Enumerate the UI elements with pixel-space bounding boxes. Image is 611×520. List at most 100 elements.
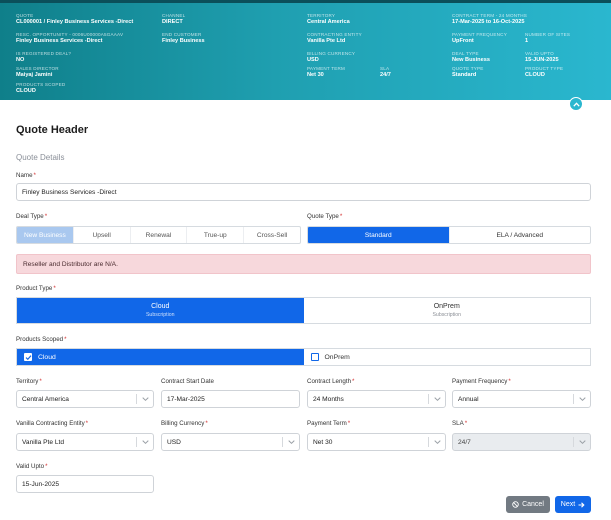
deal-type-option-true-up[interactable]: True-up: [187, 227, 245, 243]
deal-type-selector: New Business Upsell Renewal True-up Cros…: [16, 226, 301, 244]
quote-summary-banner: QUOTE CL000001 / Finley Business Service…: [0, 0, 611, 100]
summary-contract-term: CONTRACT TERM - 24 MONTHS 17-Mar-2025 to…: [452, 13, 527, 25]
payment-term-select[interactable]: Net 30: [307, 433, 446, 451]
product-type-option-cloud[interactable]: Cloud Subscription: [17, 298, 304, 323]
summary-channel: CHANNEL DIRECT: [162, 13, 185, 25]
territory-label: Territory*: [16, 378, 42, 385]
summary-value: Finley Business: [162, 38, 205, 44]
summary-label: CONTRACT TERM - 24 MONTHS: [452, 13, 528, 18]
sla-label: SLA*: [452, 420, 467, 427]
select-controls: [428, 391, 445, 407]
label-text: Payment Term: [307, 420, 347, 427]
summary-label: VALID UPTO: [525, 51, 554, 56]
summary-label: NUMBER OF SITES: [525, 32, 571, 37]
required-marker: *: [53, 285, 56, 292]
product-type-name: Cloud: [151, 303, 170, 310]
summary-value: USD: [307, 57, 319, 63]
contract-length-value: 24 Months: [313, 395, 344, 403]
quote-type-option-ela-advanced[interactable]: ELA / Advanced: [450, 227, 591, 243]
deal-type-option-new-business[interactable]: New Business: [17, 227, 74, 243]
summary-label: CHANNEL: [162, 13, 186, 18]
product-type-sub: Subscription: [145, 312, 175, 318]
summary-valid-upto: VALID UPTO 15-JUN-2025: [525, 51, 559, 63]
summary-value: Standard: [452, 72, 477, 78]
product-type-label: Product Type*: [16, 285, 56, 292]
contract-start-label: Contract Start Date: [161, 378, 214, 385]
contract-length-select[interactable]: 24 Months: [307, 390, 446, 408]
label-text: Billing Currency: [161, 420, 205, 427]
sla-value: 24/7: [458, 438, 471, 446]
summary-quote-type: QUOTE TYPE Standard: [452, 66, 484, 78]
summary-value: CLOUD: [16, 88, 36, 94]
territory-value: Central America: [22, 395, 69, 403]
quote-type-option-standard[interactable]: Standard: [308, 227, 450, 243]
billing-currency-value: USD: [167, 438, 181, 446]
summary-label: IS REGISTERED DEAL?: [16, 51, 72, 56]
required-marker: *: [464, 420, 468, 427]
territory-select[interactable]: Central America: [16, 390, 154, 408]
contract-start-value: 17-Mar-2025: [167, 395, 205, 403]
contract-length-label: Contract Length*: [307, 378, 354, 385]
deal-type-label: Deal Type*: [16, 213, 47, 220]
summary-label: PRODUCTS SCOPED: [16, 82, 66, 87]
reseller-alert: Reseller and Distributor are N/A.: [16, 254, 591, 274]
chevron-down-icon: [578, 395, 586, 403]
name-label: Name*: [16, 172, 36, 179]
required-marker: *: [85, 420, 89, 427]
label-text: Products Scoped: [16, 336, 64, 343]
summary-label: QUOTE TYPE: [452, 66, 484, 71]
products-scoped-text: OnPrem: [324, 353, 350, 361]
summary-billing-currency: BILLING CURRENCY USD: [307, 51, 355, 63]
summary-quote: QUOTE CL000001 / Finley Business Service…: [16, 13, 133, 25]
next-label: Next: [560, 501, 576, 508]
summary-value: CLOUD: [525, 72, 545, 78]
summary-label: BILLING CURRENCY: [307, 51, 356, 56]
select-controls: [136, 391, 153, 407]
summary-deal-type: DEAL TYPE New Business: [452, 51, 490, 63]
label-text: Territory: [16, 378, 39, 385]
chevron-down-icon: [287, 438, 295, 446]
sla-select: 24/7: [452, 433, 591, 451]
name-input[interactable]: Finley Business Services -Direct: [16, 183, 591, 201]
contract-start-input[interactable]: 17-Mar-2025: [161, 390, 300, 408]
payment-frequency-select[interactable]: Annual: [452, 390, 591, 408]
cancel-button[interactable]: Cancel: [506, 496, 550, 513]
select-divider: [136, 437, 137, 447]
summary-value: DIRECT: [162, 19, 183, 25]
billing-currency-select[interactable]: USD: [161, 433, 300, 451]
summary-value: New Business: [452, 57, 490, 63]
summary-value: 24/7: [380, 72, 391, 78]
summary-label: TERRITORY: [307, 13, 336, 18]
deal-type-option-upsell[interactable]: Upsell: [74, 227, 131, 243]
summary-value: 1: [525, 38, 529, 44]
select-divider: [136, 394, 137, 404]
valid-upto-value: 15-Jun-2025: [22, 480, 60, 488]
payment-term-value: Net 30: [313, 438, 333, 446]
deal-type-option-renewal[interactable]: Renewal: [131, 227, 188, 243]
vanilla-entity-select[interactable]: Vanilla Pte Ltd: [16, 433, 154, 451]
products-scoped-option-cloud[interactable]: Cloud: [17, 349, 304, 365]
next-button[interactable]: Next: [555, 496, 591, 513]
product-type-option-onprem[interactable]: OnPrem Subscription: [303, 298, 590, 323]
products-scoped-option-onprem[interactable]: OnPrem: [303, 349, 590, 365]
valid-upto-input[interactable]: 15-Jun-2025: [16, 475, 154, 493]
summary-value: 17-Mar-2025 to 16-Oct-2025: [452, 19, 525, 25]
products-scoped-selector: Cloud OnPrem: [16, 348, 591, 366]
summary-label: CONTRACTING ENTITY: [307, 32, 362, 37]
required-marker: *: [339, 213, 343, 220]
label-text: Name: [16, 172, 33, 179]
select-divider: [428, 394, 429, 404]
chevron-down-icon: [433, 395, 441, 403]
summary-label: SALES DIRECTOR: [16, 66, 59, 71]
required-marker: *: [64, 336, 67, 343]
product-type-name: OnPrem: [433, 303, 460, 310]
name-value: Finley Business Services -Direct: [22, 188, 117, 196]
checkbox-checked-icon: [24, 353, 32, 361]
label-text: Valid Upto: [16, 463, 45, 470]
deal-type-option-cross-sell[interactable]: Cross-Sell: [244, 227, 300, 243]
quote-type-label: Quote Type*: [307, 213, 342, 220]
required-marker: *: [44, 213, 48, 220]
collapse-banner-button[interactable]: [569, 97, 583, 111]
chevron-down-icon: [141, 395, 149, 403]
label-text: Deal Type: [16, 213, 44, 220]
